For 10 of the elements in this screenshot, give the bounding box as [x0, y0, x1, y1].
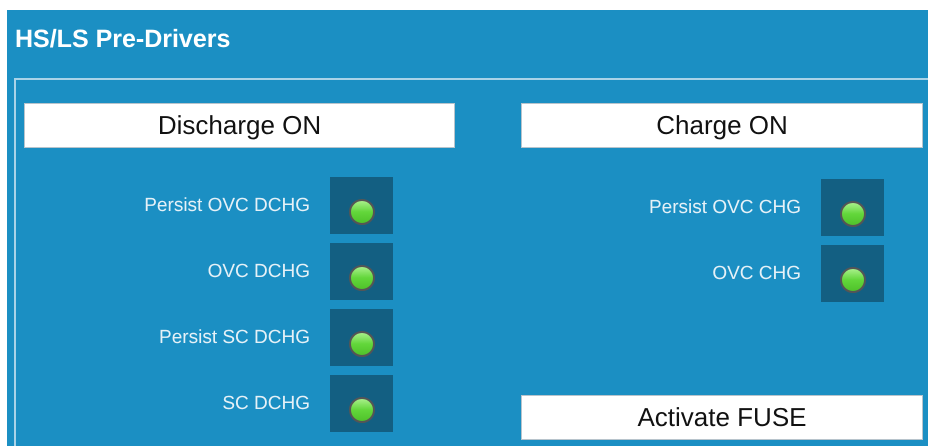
indicator-label: Persist SC DCHG [159, 326, 310, 348]
toggle-button[interactable]: Charge ON [521, 103, 923, 148]
indicator-label: SC DCHG [222, 392, 310, 414]
activate-button[interactable]: Activate FUSE [521, 395, 923, 440]
indicator-label: Persist OVC CHG [648, 196, 801, 218]
indicator-label: Persist OVC DCHG [144, 194, 310, 216]
indicator-label: OVC DCHG [208, 260, 310, 282]
toggle-button[interactable]: Discharge ON [24, 103, 455, 148]
panel-title: HS/LS Pre-Drivers [14, 24, 230, 55]
indicator-label: OVC CHG [712, 262, 801, 284]
